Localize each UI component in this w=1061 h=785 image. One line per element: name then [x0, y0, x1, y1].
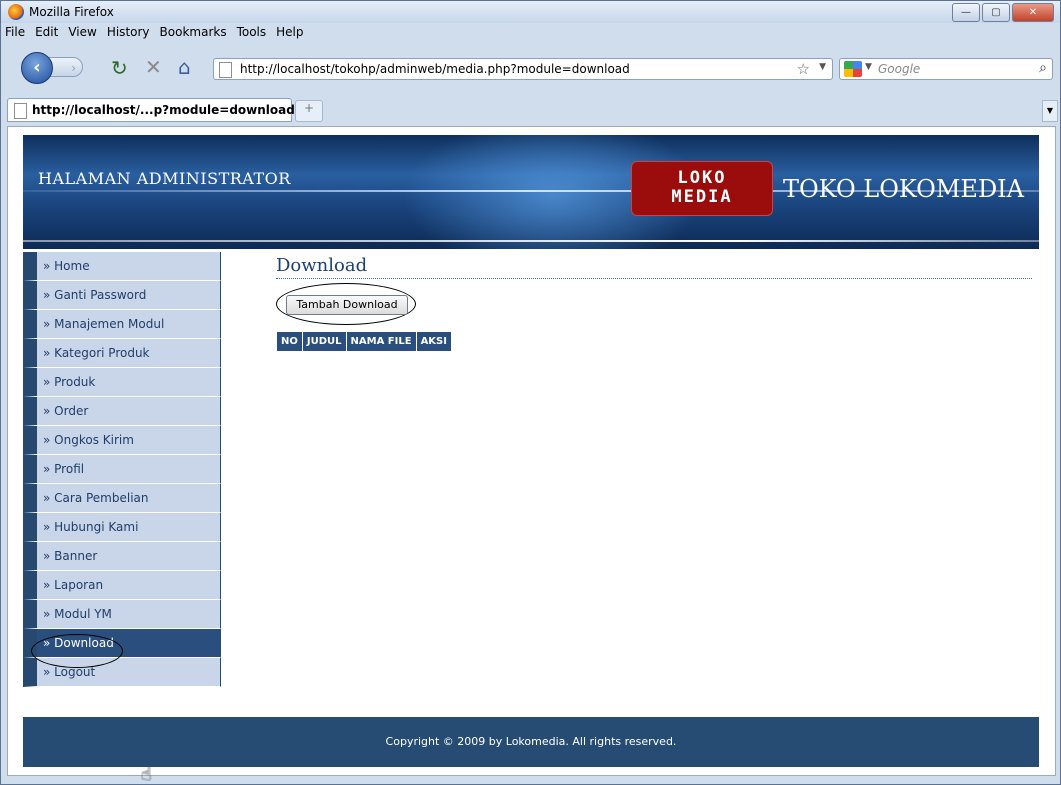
table-header-row: NO JUDUL NAMA FILE AKSI — [276, 331, 452, 352]
menu-edit[interactable]: Edit — [35, 23, 58, 41]
window-controls: — ▢ ✕ — [952, 3, 1054, 22]
sidebar-item-profil[interactable]: » Profil — [23, 455, 221, 484]
col-aksi: AKSI — [415, 331, 452, 352]
page-icon — [219, 62, 232, 78]
sidebar-item-cara-pembelian[interactable]: » Cara Pembelian — [23, 484, 221, 513]
download-table: NO JUDUL NAMA FILE AKSI — [276, 331, 452, 352]
reload-icon[interactable]: ↻ — [111, 56, 128, 80]
menu-history[interactable]: History — [107, 23, 150, 41]
sidebar-item-laporan[interactable]: » Laporan — [23, 571, 221, 600]
address-bar[interactable]: http://localhost/tokohp/adminweb/media.p… — [213, 58, 833, 80]
search-box[interactable]: ▼ Google ⌕ — [839, 58, 1053, 80]
menu-bookmarks[interactable]: Bookmarks — [160, 23, 227, 41]
col-no: NO — [276, 331, 303, 352]
search-placeholder[interactable]: Google — [878, 62, 920, 76]
footer: Copyright © 2009 by Lokomedia. All right… — [23, 717, 1039, 767]
history-dropdown-icon[interactable]: ▼ — [819, 62, 826, 72]
window-title: Mozilla Firefox — [29, 5, 114, 19]
navigation-toolbar: › ‹ ↻ ✕ ⌂ http://localhost/tokohp/adminw… — [1, 43, 1060, 93]
sidebar-item-kategori-produk[interactable]: » Kategori Produk — [23, 339, 221, 368]
sidebar-item-ongkos-kirim[interactable]: » Ongkos Kirim — [23, 426, 221, 455]
menu-bar: File Edit View History Bookmarks Tools H… — [1, 23, 1060, 41]
google-icon[interactable] — [844, 61, 862, 77]
add-download-button[interactable]: Tambah Download — [286, 295, 408, 315]
admin-title: HALAMAN ADMINISTRATOR — [38, 169, 291, 188]
menu-view[interactable]: View — [68, 23, 96, 41]
sidebar-item-ganti-password[interactable]: » Ganti Password — [23, 281, 221, 310]
page-title: Download — [276, 255, 368, 276]
tab-label[interactable]: http://localhost/...p?module=download — [32, 103, 295, 117]
menu-file[interactable]: File — [5, 23, 25, 41]
browser-window: Mozilla Firefox — ▢ ✕ File Edit View His… — [0, 0, 1061, 785]
highlight-oval-download — [31, 634, 123, 668]
firefox-icon — [8, 4, 24, 20]
address-url[interactable]: http://localhost/tokohp/adminweb/media.p… — [240, 62, 630, 76]
menu-help[interactable]: Help — [276, 23, 303, 41]
sidebar-item-produk[interactable]: » Produk — [23, 368, 221, 397]
home-icon[interactable]: ⌂ — [178, 55, 191, 79]
col-judul: JUDUL — [301, 331, 347, 352]
new-tab-button[interactable]: + — [295, 100, 323, 122]
site-name: TOKO LOKOMEDIA — [783, 175, 1024, 203]
sidebar-item-order[interactable]: » Order — [23, 397, 221, 426]
maximize-button[interactable]: ▢ — [982, 3, 1010, 22]
hand-cursor-icon: ☝ — [141, 764, 152, 785]
minimize-button[interactable]: — — [952, 3, 980, 22]
menu-tools[interactable]: Tools — [237, 23, 267, 41]
tab-page-icon — [14, 103, 27, 119]
page-viewport: HALAMAN ADMINISTRATOR LOKO MEDIA TOKO LO… — [7, 126, 1056, 785]
sidebar-item-home[interactable]: » Home — [23, 252, 221, 281]
tab-download[interactable]: http://localhost/...p?module=download — [7, 98, 295, 122]
sidebar-item-hubungi-kami[interactable]: » Hubungi Kami — [23, 513, 221, 542]
search-icon[interactable]: ⌕ — [1039, 60, 1047, 76]
header-banner: HALAMAN ADMINISTRATOR LOKO MEDIA TOKO LO… — [23, 135, 1039, 249]
sidebar-item-modul-ym[interactable]: » Modul YM — [23, 600, 221, 629]
sidebar-item-banner[interactable]: » Banner — [23, 542, 221, 571]
title-divider — [276, 278, 1032, 279]
title-bar: Mozilla Firefox — ▢ ✕ — [1, 1, 1060, 23]
bookmark-star-icon[interactable]: ☆ — [797, 60, 810, 78]
content-layout: » Home » Ganti Password » Manajemen Modu… — [23, 249, 1039, 785]
copyright-text: Copyright © 2009 by Lokomedia. All right… — [385, 735, 677, 748]
sidebar-item-manajemen-modul[interactable]: » Manajemen Modul — [23, 310, 221, 339]
search-engine-dropdown-icon[interactable]: ▼ — [865, 62, 872, 72]
tab-bar: http://localhost/...p?module=download + … — [1, 96, 1060, 124]
lokomedia-logo: LOKO MEDIA — [631, 161, 773, 216]
col-nama-file: NAMA FILE — [345, 331, 417, 352]
close-button[interactable]: ✕ — [1012, 3, 1054, 22]
stop-icon[interactable]: ✕ — [145, 55, 162, 79]
tab-list-icon[interactable]: ▼ — [1042, 100, 1058, 122]
sidebar-menu: » Home » Ganti Password » Manajemen Modu… — [23, 252, 221, 687]
back-button[interactable]: ‹ — [21, 52, 53, 84]
